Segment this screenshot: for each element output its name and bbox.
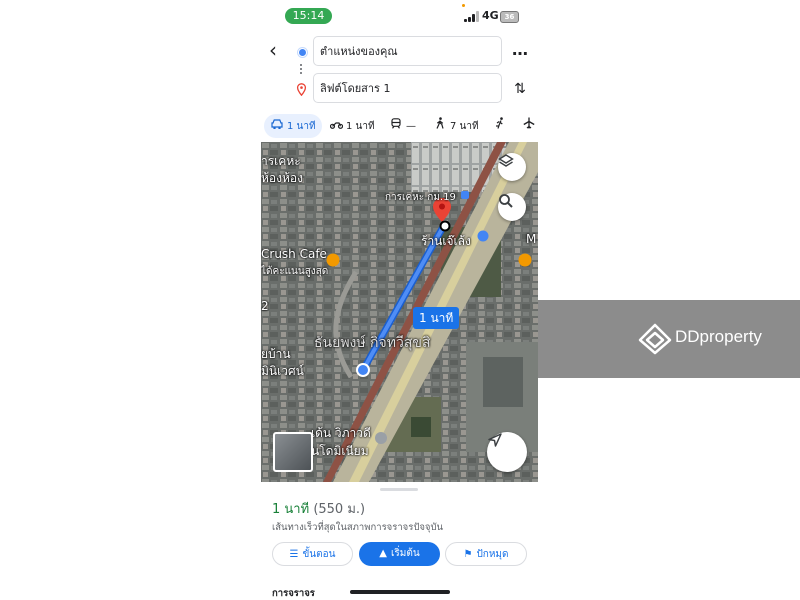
map-label-edge-m: M <box>526 232 537 246</box>
pin-button[interactable]: ⚑ ปักหมุด <box>445 542 527 566</box>
map-label-village-2: มินิเวศน์ <box>261 364 304 378</box>
tab-walking-label: 7 นาที <box>450 121 479 132</box>
duration-time: 1 นาที <box>272 502 310 517</box>
home-indicator <box>350 590 450 594</box>
start-label: เริ่มต้น <box>390 548 420 559</box>
duration-distance: (550 ม.) <box>313 502 366 517</box>
route-subtitle: เส้นทางเร็วที่สุดในสภาพการจราจรปัจจุบัน <box>272 522 444 533</box>
destination-pin-icon <box>296 83 307 96</box>
ddproperty-logo-icon <box>638 323 672 355</box>
navigation-arrow-icon: ▲ <box>379 548 387 559</box>
map-label-cafe-sub: ได้คะแนนสูงสุด <box>261 266 329 277</box>
travel-mode-tabs: 1 นาที 1 นาที — 7 นาที <box>261 114 538 138</box>
navigate-arrow-icon[interactable] <box>487 432 527 472</box>
origin-field[interactable]: ตำแหน่งของคุณ <box>313 36 502 66</box>
swap-icon[interactable]: ⇅ <box>512 79 528 99</box>
route-duration: 1 นาที (550 ม.) <box>272 498 365 519</box>
walk-icon <box>433 114 447 138</box>
tab-transit-label: — <box>406 121 416 132</box>
traffic-section-title: การจราจร <box>272 588 315 599</box>
tab-motorcycle-label: 1 นาที <box>346 121 375 132</box>
street-view-thumbnail[interactable] <box>273 432 313 472</box>
battery-icon: 36 <box>500 11 519 23</box>
map-label-condo: เด้น วิภาวดี <box>311 426 371 440</box>
back-arrow-icon[interactable]: ‹ <box>269 40 287 60</box>
more-options-icon[interactable]: … <box>512 40 528 60</box>
network-type: 4G <box>482 9 499 22</box>
tab-ride[interactable] <box>493 114 510 138</box>
map-search-icon[interactable] <box>498 193 526 221</box>
list-icon: ☰ <box>289 549 299 560</box>
map-label-shop: ร้านเจ๊เล้ง <box>421 234 471 248</box>
route-summary-sheet: 1 นาที (550 ม.) เส้นทางเร็วที่สุดในสภาพก… <box>261 482 538 600</box>
signal-icon <box>464 11 480 22</box>
map-view[interactable]: ารเคหะ ห้องห้อง การเคหะ กม.19 ร้านเจ๊เล้… <box>261 142 538 482</box>
privacy-indicator <box>462 4 465 7</box>
motorcycle-icon <box>329 114 343 138</box>
tab-motorcycle[interactable]: 1 นาที <box>329 114 375 138</box>
destination-field[interactable]: ลิฟต์โดยสาร 1 <box>313 73 502 103</box>
ride-icon <box>493 114 507 138</box>
car-icon <box>270 114 284 138</box>
steps-label: ขั้นตอน <box>302 549 336 560</box>
pin-icon: ⚑ <box>463 549 473 560</box>
tab-flight[interactable] <box>523 114 538 138</box>
phone-screen: 15:14 4G 36 ‹ ตำแหน่งของคุณ ลิฟต์โดยสาร … <box>261 0 538 600</box>
layers-icon[interactable] <box>498 153 526 181</box>
map-label-edge-2: 2 <box>261 299 269 313</box>
map-label-condo-2: นโดมิเนียม <box>311 444 369 458</box>
tab-driving-label: 1 นาที <box>287 121 316 132</box>
sheet-drag-handle[interactable] <box>380 488 418 491</box>
status-time: 15:14 <box>285 8 332 24</box>
map-label-cafe: Crush Cafe <box>261 247 327 261</box>
tab-driving[interactable]: 1 นาที <box>264 114 322 138</box>
tab-walking[interactable]: 7 นาที <box>433 114 479 138</box>
pin-label: ปักหมุด <box>476 549 509 560</box>
map-label-park: ธันยพงษ์ กิจทวีสุขสิ <box>314 335 431 351</box>
tab-transit[interactable]: — <box>389 114 416 138</box>
map-label-housing-km19: การเคหะ กม.19 <box>385 192 456 203</box>
steps-button[interactable]: ☰ ขั้นตอน <box>272 542 353 566</box>
origin-dot-icon <box>298 48 307 57</box>
start-button[interactable]: ▲ เริ่มต้น <box>359 542 440 566</box>
route-dots-icon <box>300 64 303 76</box>
ddproperty-brand-text: DDproperty <box>675 327 762 346</box>
train-icon <box>389 114 403 138</box>
flight-icon <box>523 114 535 138</box>
route-duration-badge[interactable]: 1 นาที <box>413 307 460 329</box>
map-label-housing-2: ห้องห้อง <box>261 171 303 185</box>
ddproperty-watermark: DDproperty <box>538 300 800 378</box>
